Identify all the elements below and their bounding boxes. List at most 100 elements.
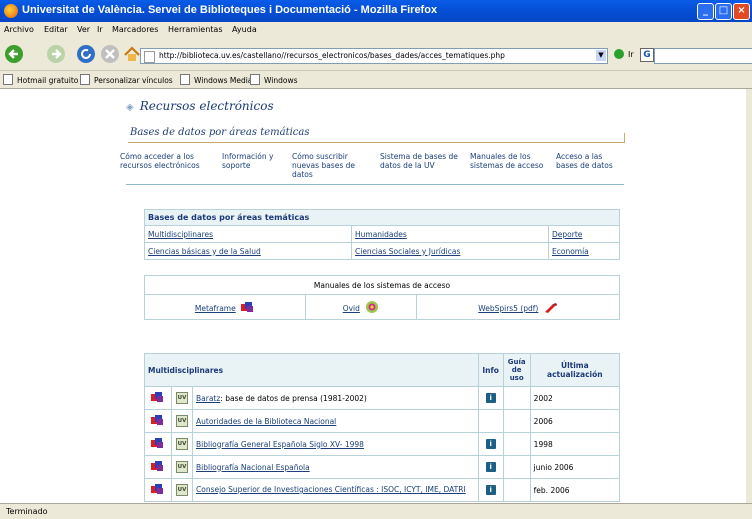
nav-sistema[interactable]: Sistema de bases de datos de la UV [380,152,470,170]
manual-ovid[interactable]: Ovid [343,304,360,313]
area-deporte[interactable]: Deporte [552,230,582,239]
bookmark-windows-media[interactable]: Windows Media [180,74,252,85]
nav-informacion[interactable]: Información y soporte [222,152,286,170]
row-guide-cell [502,455,531,479]
manual-metaframe[interactable]: Metaframe [195,304,236,313]
bookmark-page-icon [250,74,260,85]
close-button[interactable]: × [733,3,750,20]
title-bar: Universitat de València. Servei de Bibli… [0,0,752,22]
metaframe-icon [151,437,163,448]
row-info-cell: i [477,478,504,502]
back-icon[interactable] [4,44,24,64]
window-title: Universitat de València. Servei de Bibli… [22,4,438,16]
manual-cell: Metaframe [144,294,306,320]
row-updated: 2006 [529,409,621,433]
area-humanidades[interactable]: Humanidades [355,230,407,239]
manual-cell: Ovid [305,294,417,320]
row-uv-cell: UV [171,455,193,479]
db-link[interactable]: Bibliografía Nacional Española [196,463,310,472]
forward-icon[interactable] [46,44,66,64]
areas-header: Bases de datos por áreas temáticas [144,209,620,226]
metaframe-icon [151,483,163,494]
go-label[interactable]: Ir [628,50,634,59]
address-bar[interactable]: http://biblioteca.uv.es/castellano//recu… [140,48,608,64]
row-guide-cell [502,478,531,502]
info-icon[interactable]: i [485,393,496,403]
info-icon[interactable]: i [485,485,496,495]
row-uv-cell: UV [171,478,193,502]
google-search-icon[interactable]: G [640,48,654,62]
page-icon [144,51,155,63]
status-bar: Terminado [0,503,752,519]
page-subtitle: Bases de datos por áreas temáticas [130,127,310,138]
db-link[interactable]: Baratz [196,394,220,403]
reload-icon[interactable] [76,44,96,64]
uv-icon: UV [176,484,188,496]
stop-icon[interactable] [100,44,120,64]
table-row: UV Baratz: base de datos de prensa (1981… [144,386,621,410]
menu-herramientas[interactable]: Herramientas [168,25,223,34]
menu-archivo[interactable]: Archivo [4,25,34,34]
manuals-table: Manuales de los sistemas de acceso Metaf… [144,275,620,320]
menu-ver[interactable]: Ver [77,25,90,34]
nav-como-suscribir[interactable]: Cómo suscribir nuevas bases de datos [292,152,364,179]
maximize-button[interactable]: □ [715,3,732,20]
area-ciencias-basicas[interactable]: Ciencias básicas y de la Salud [148,247,261,256]
area-multidisciplinares[interactable]: Multidisciplinares [148,230,213,239]
menu-editar[interactable]: Editar [44,25,68,34]
nav-acceso[interactable]: Acceso a las bases de datos [556,152,618,170]
nav-manuales[interactable]: Manuales de los sistemas de acceso [470,152,550,170]
row-guide-cell [502,432,531,456]
row-icon-cell [144,386,172,410]
area-cell: Humanidades [351,225,549,243]
area-cell: Economía [548,242,620,260]
page-content: ◈ Recursos electrónicos Bases de datos po… [112,89,640,503]
area-ciencias-sociales[interactable]: Ciencias Sociales y Jurídicas [355,247,460,256]
row-guide-cell [502,409,531,433]
row-name-cell: Baratz: base de datos de prensa (1981-20… [192,386,479,410]
nav-como-acceder[interactable]: Cómo acceder a los recursos electrónicos [120,152,210,170]
home-icon[interactable] [122,44,142,64]
col-guia: Guía de uso [502,353,531,387]
search-input[interactable] [654,48,752,64]
firefox-icon [4,4,18,18]
row-updated: 2002 [529,386,621,410]
manuals-header: Manuales de los sistemas de acceso [144,275,620,295]
menu-ayuda[interactable]: Ayuda [232,25,257,34]
bookmark-windows[interactable]: Windows [250,74,297,85]
bookmark-page-icon [80,74,90,85]
row-guide-cell [502,386,531,410]
uv-icon: UV [176,438,188,450]
manual-webspirs[interactable]: WebSpirs5 (pdf) [478,304,538,313]
area-economia[interactable]: Economía [552,247,589,256]
area-cell: Deporte [548,225,620,243]
area-cell: Ciencias básicas y de la Salud [144,242,352,260]
db-link[interactable]: Consejo Superior de Investigaciones Cien… [196,485,466,494]
bookmark-page-icon [3,74,13,85]
row-icon-cell [144,432,172,456]
bookmark-hotmail[interactable]: Hotmail gratuito [3,74,78,85]
db-link[interactable]: Bibliografía General Española Siglo XV- … [196,440,364,449]
row-updated: junio 2006 [529,455,621,479]
go-icon[interactable] [614,49,624,59]
row-icon-cell [144,455,172,479]
url-dropdown-icon[interactable]: ▼ [596,50,606,61]
areas-table: Bases de datos por áreas temáticas Multi… [144,209,620,260]
menu-marcadores[interactable]: Marcadores [112,25,158,34]
info-icon[interactable]: i [485,439,496,449]
subtitle-underline [128,142,624,143]
row-name-cell: Bibliografía Nacional Española [192,455,479,479]
bookmark-personalizar[interactable]: Personalizar vínculos [80,74,173,85]
info-icon[interactable]: i [485,462,496,472]
uv-icon: UV [176,461,188,473]
row-info-cell [477,409,504,433]
vertical-scrollbar[interactable] [746,89,752,503]
minimize-button[interactable]: _ [697,3,714,20]
menu-ir[interactable]: Ir [97,25,103,34]
row-updated: 1998 [529,432,621,456]
bookmark-page-icon [180,74,190,85]
navigation-toolbar: http://biblioteca.uv.es/castellano//recu… [0,38,752,71]
db-link[interactable]: Autoridades de la Biblioteca Nacional [196,417,336,426]
bookmarks-bar: Hotmail gratuito Personalizar vínculos W… [0,71,752,89]
metaframe-icon [151,460,163,471]
